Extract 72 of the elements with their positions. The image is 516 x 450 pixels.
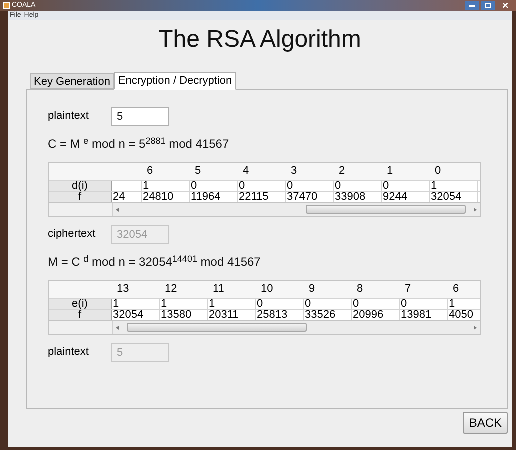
close-icon: [502, 3, 508, 8]
table-cell: 33908: [334, 192, 382, 202]
table-cell: 32054: [430, 192, 478, 202]
table-cell: 37470: [286, 192, 334, 202]
table-cell: 0: [238, 181, 286, 191]
column-header: 5: [194, 164, 202, 179]
column-header: 12: [164, 282, 178, 297]
column-header: 4: [242, 164, 250, 179]
column-header: 1: [386, 164, 394, 179]
table-cell: 0: [400, 299, 448, 309]
table-cell: 1: [208, 299, 256, 309]
column-header: 3: [290, 164, 298, 179]
table-cell: 24: [112, 192, 142, 202]
column-header: 6: [146, 164, 154, 179]
table-cell: 13580: [160, 310, 208, 320]
field-label: plaintext: [48, 345, 90, 360]
field-label: ciphertext: [48, 227, 97, 242]
table-cell: 13981: [400, 310, 448, 320]
column-header: 6: [452, 282, 460, 297]
table-cell: 0: [190, 181, 238, 191]
field-label: plaintext: [48, 109, 90, 124]
table-cell: 0: [382, 181, 430, 191]
table-cell: 22115: [238, 192, 286, 202]
back-button[interactable]: BACK: [463, 412, 508, 434]
table-cell: 0: [286, 181, 334, 191]
table-cell: 32054: [112, 310, 160, 320]
table-corner: [49, 203, 112, 216]
scroll-thumb[interactable]: [127, 323, 307, 332]
table-cell: 0: [334, 181, 382, 191]
row-header: f: [49, 192, 112, 202]
page-title: The RSA Algorithm: [158, 26, 362, 54]
tab[interactable]: Encryption / Decryption: [114, 72, 236, 90]
minimize-button[interactable]: [465, 1, 479, 10]
horizontal-scrollbar[interactable]: [112, 321, 480, 334]
table-cell: 1: [112, 299, 160, 309]
row-header: f: [49, 310, 112, 320]
row-header: d(i): [49, 181, 112, 191]
table-cell: 20996: [352, 310, 400, 320]
table-cell: 1: [142, 181, 190, 191]
column-header: 8: [356, 282, 364, 297]
table-cell: 0: [256, 299, 304, 309]
app-icon: [3, 2, 10, 9]
column-header: 7: [404, 282, 412, 297]
table-cell: 0: [352, 299, 400, 309]
table-cell: 1: [448, 299, 480, 309]
horizontal-scrollbar[interactable]: [112, 203, 480, 216]
formula-text: M = C $^{d}$ mod n = 32054$^{14401}$ mod 41567: [48, 254, 262, 270]
column-header: 13: [116, 282, 130, 297]
column-header: 11: [212, 282, 226, 297]
scroll-thumb[interactable]: [306, 205, 466, 214]
table-cell: 20311: [208, 310, 256, 320]
row-header: e(i): [49, 299, 112, 309]
column-header: 9: [308, 282, 316, 297]
column-header: 2: [338, 164, 346, 179]
table-cell: 1: [160, 299, 208, 309]
column-header: 0: [434, 164, 442, 179]
maximize-icon: [485, 3, 491, 8]
table-cell: 11964: [190, 192, 238, 202]
minimize-icon: [469, 4, 475, 6]
table-cell: 33526: [304, 310, 352, 320]
table-cell: 1: [430, 181, 478, 191]
formula-text: C = M $^{e}$ mod n = 5$^{2881}$ mod 41567: [48, 136, 230, 152]
column-header: 10: [260, 282, 274, 297]
tab[interactable]: Key Generation: [30, 73, 114, 89]
table-cell: 25813: [256, 310, 304, 320]
table-cell: 4050: [448, 310, 480, 320]
table-corner: [49, 321, 112, 334]
table-cell: 0: [304, 299, 352, 309]
maximize-button[interactable]: [481, 1, 495, 10]
text-field[interactable]: 5: [111, 107, 169, 126]
table-cell: 24810: [142, 192, 190, 202]
table-cell: 9244: [382, 192, 430, 202]
